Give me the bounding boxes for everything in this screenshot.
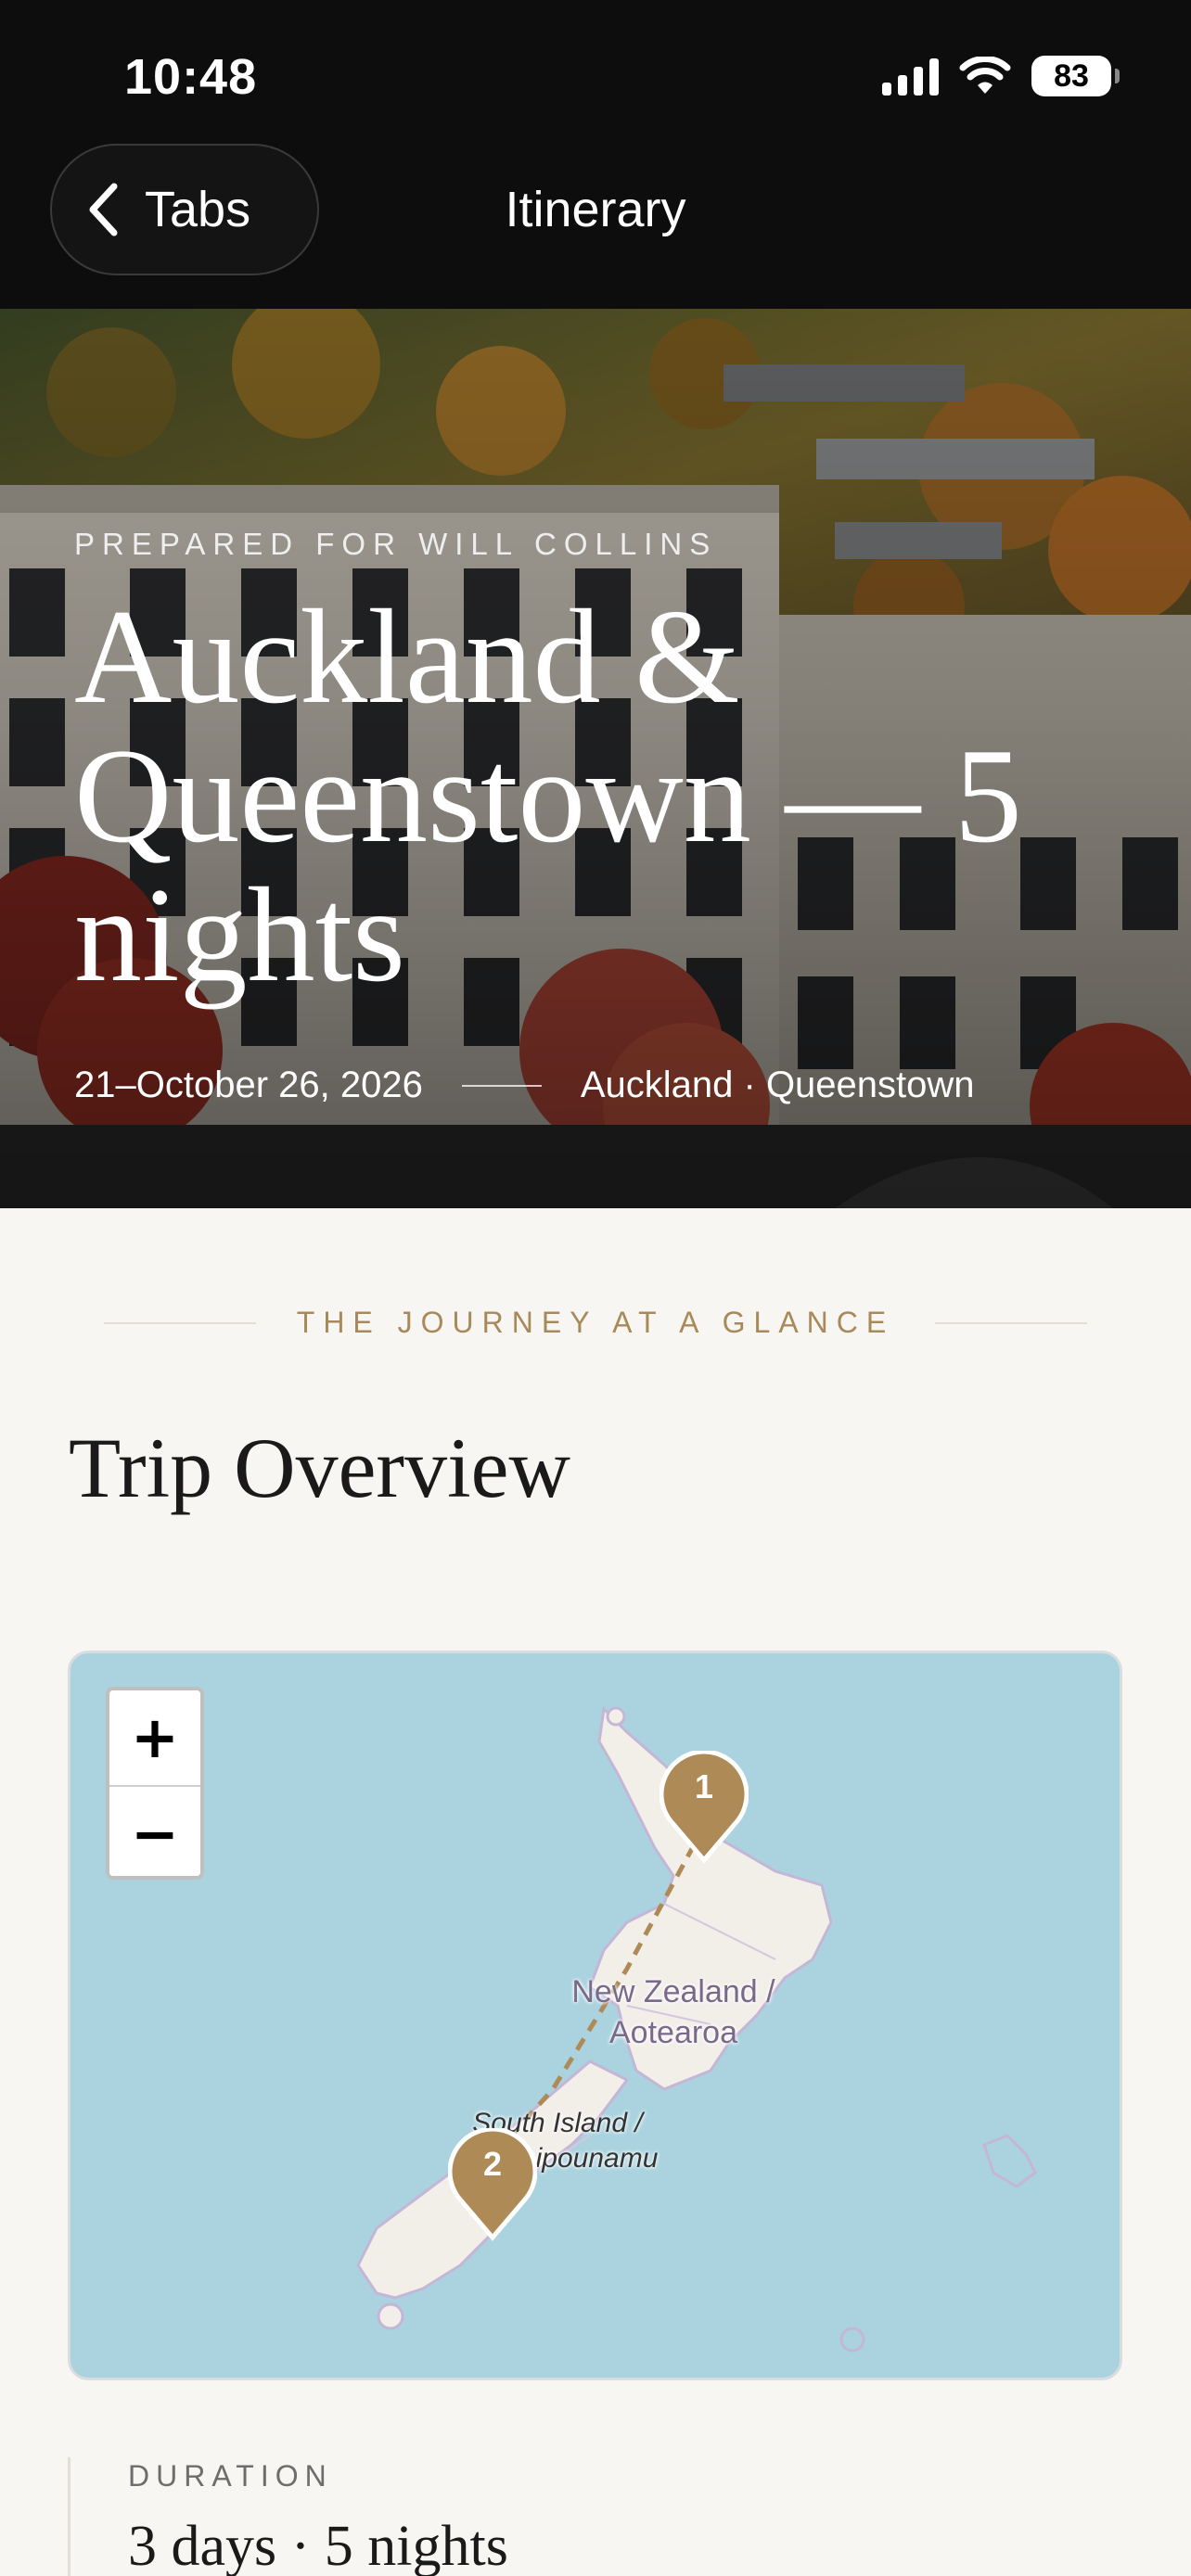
top-bar: 10:48 83 Tabs Itinerary [0, 0, 1191, 309]
section-title: Trip Overview [69, 1421, 570, 1515]
duration-label: DURATION [128, 2459, 333, 2493]
duration-value: 3 days · 5 nights [128, 2515, 508, 2576]
zoom-out-button[interactable]: − [109, 1785, 200, 1876]
trip-map[interactable]: + − New Zealand / Aotearoa South Island … [68, 1651, 1122, 2380]
divider-line [104, 1321, 256, 1324]
trip-dates: 21–October 26, 2026 [74, 1065, 423, 1105]
battery-icon: 83 [1031, 56, 1120, 96]
meta-divider [461, 1084, 542, 1087]
map-marker-2[interactable]: 2 [448, 2128, 537, 2243]
trip-route: Auckland · Queenstown [580, 1065, 975, 1105]
duration-card: DURATION 3 days · 5 nights [68, 2457, 1122, 2576]
eyebrow-text: THE JOURNEY AT A GLANCE [296, 1306, 895, 1339]
map-marker-1[interactable]: 1 [660, 1751, 749, 1866]
status-time: 10:48 [124, 49, 258, 105]
zoom-in-button[interactable]: + [109, 1690, 200, 1785]
status-icons: 83 [882, 56, 1120, 96]
prepared-for-label: PREPARED FOR WILL COLLINS [74, 527, 718, 561]
marker-number: 2 [482, 2145, 503, 2183]
hero-banner: PREPARED FOR WILL COLLINS Auckland & Que… [0, 309, 1191, 1208]
cellular-signal-icon [882, 57, 939, 96]
trip-meta: 21–October 26, 2026 Auckland · Queenstow… [74, 1065, 975, 1106]
wifi-icon [959, 57, 1011, 94]
country-label: New Zealand / Aotearoa [571, 1974, 775, 2050]
divider-line [935, 1321, 1087, 1324]
marker-number: 1 [694, 1767, 714, 1805]
page-title: Itinerary [505, 182, 686, 237]
trip-title: Auckland & Queenstown — 5 nights [74, 581, 1022, 1010]
section-eyebrow: THE JOURNEY AT A GLANCE [104, 1306, 1087, 1340]
zoom-control: + − [106, 1687, 204, 1880]
battery-level: 83 [1054, 57, 1089, 94]
